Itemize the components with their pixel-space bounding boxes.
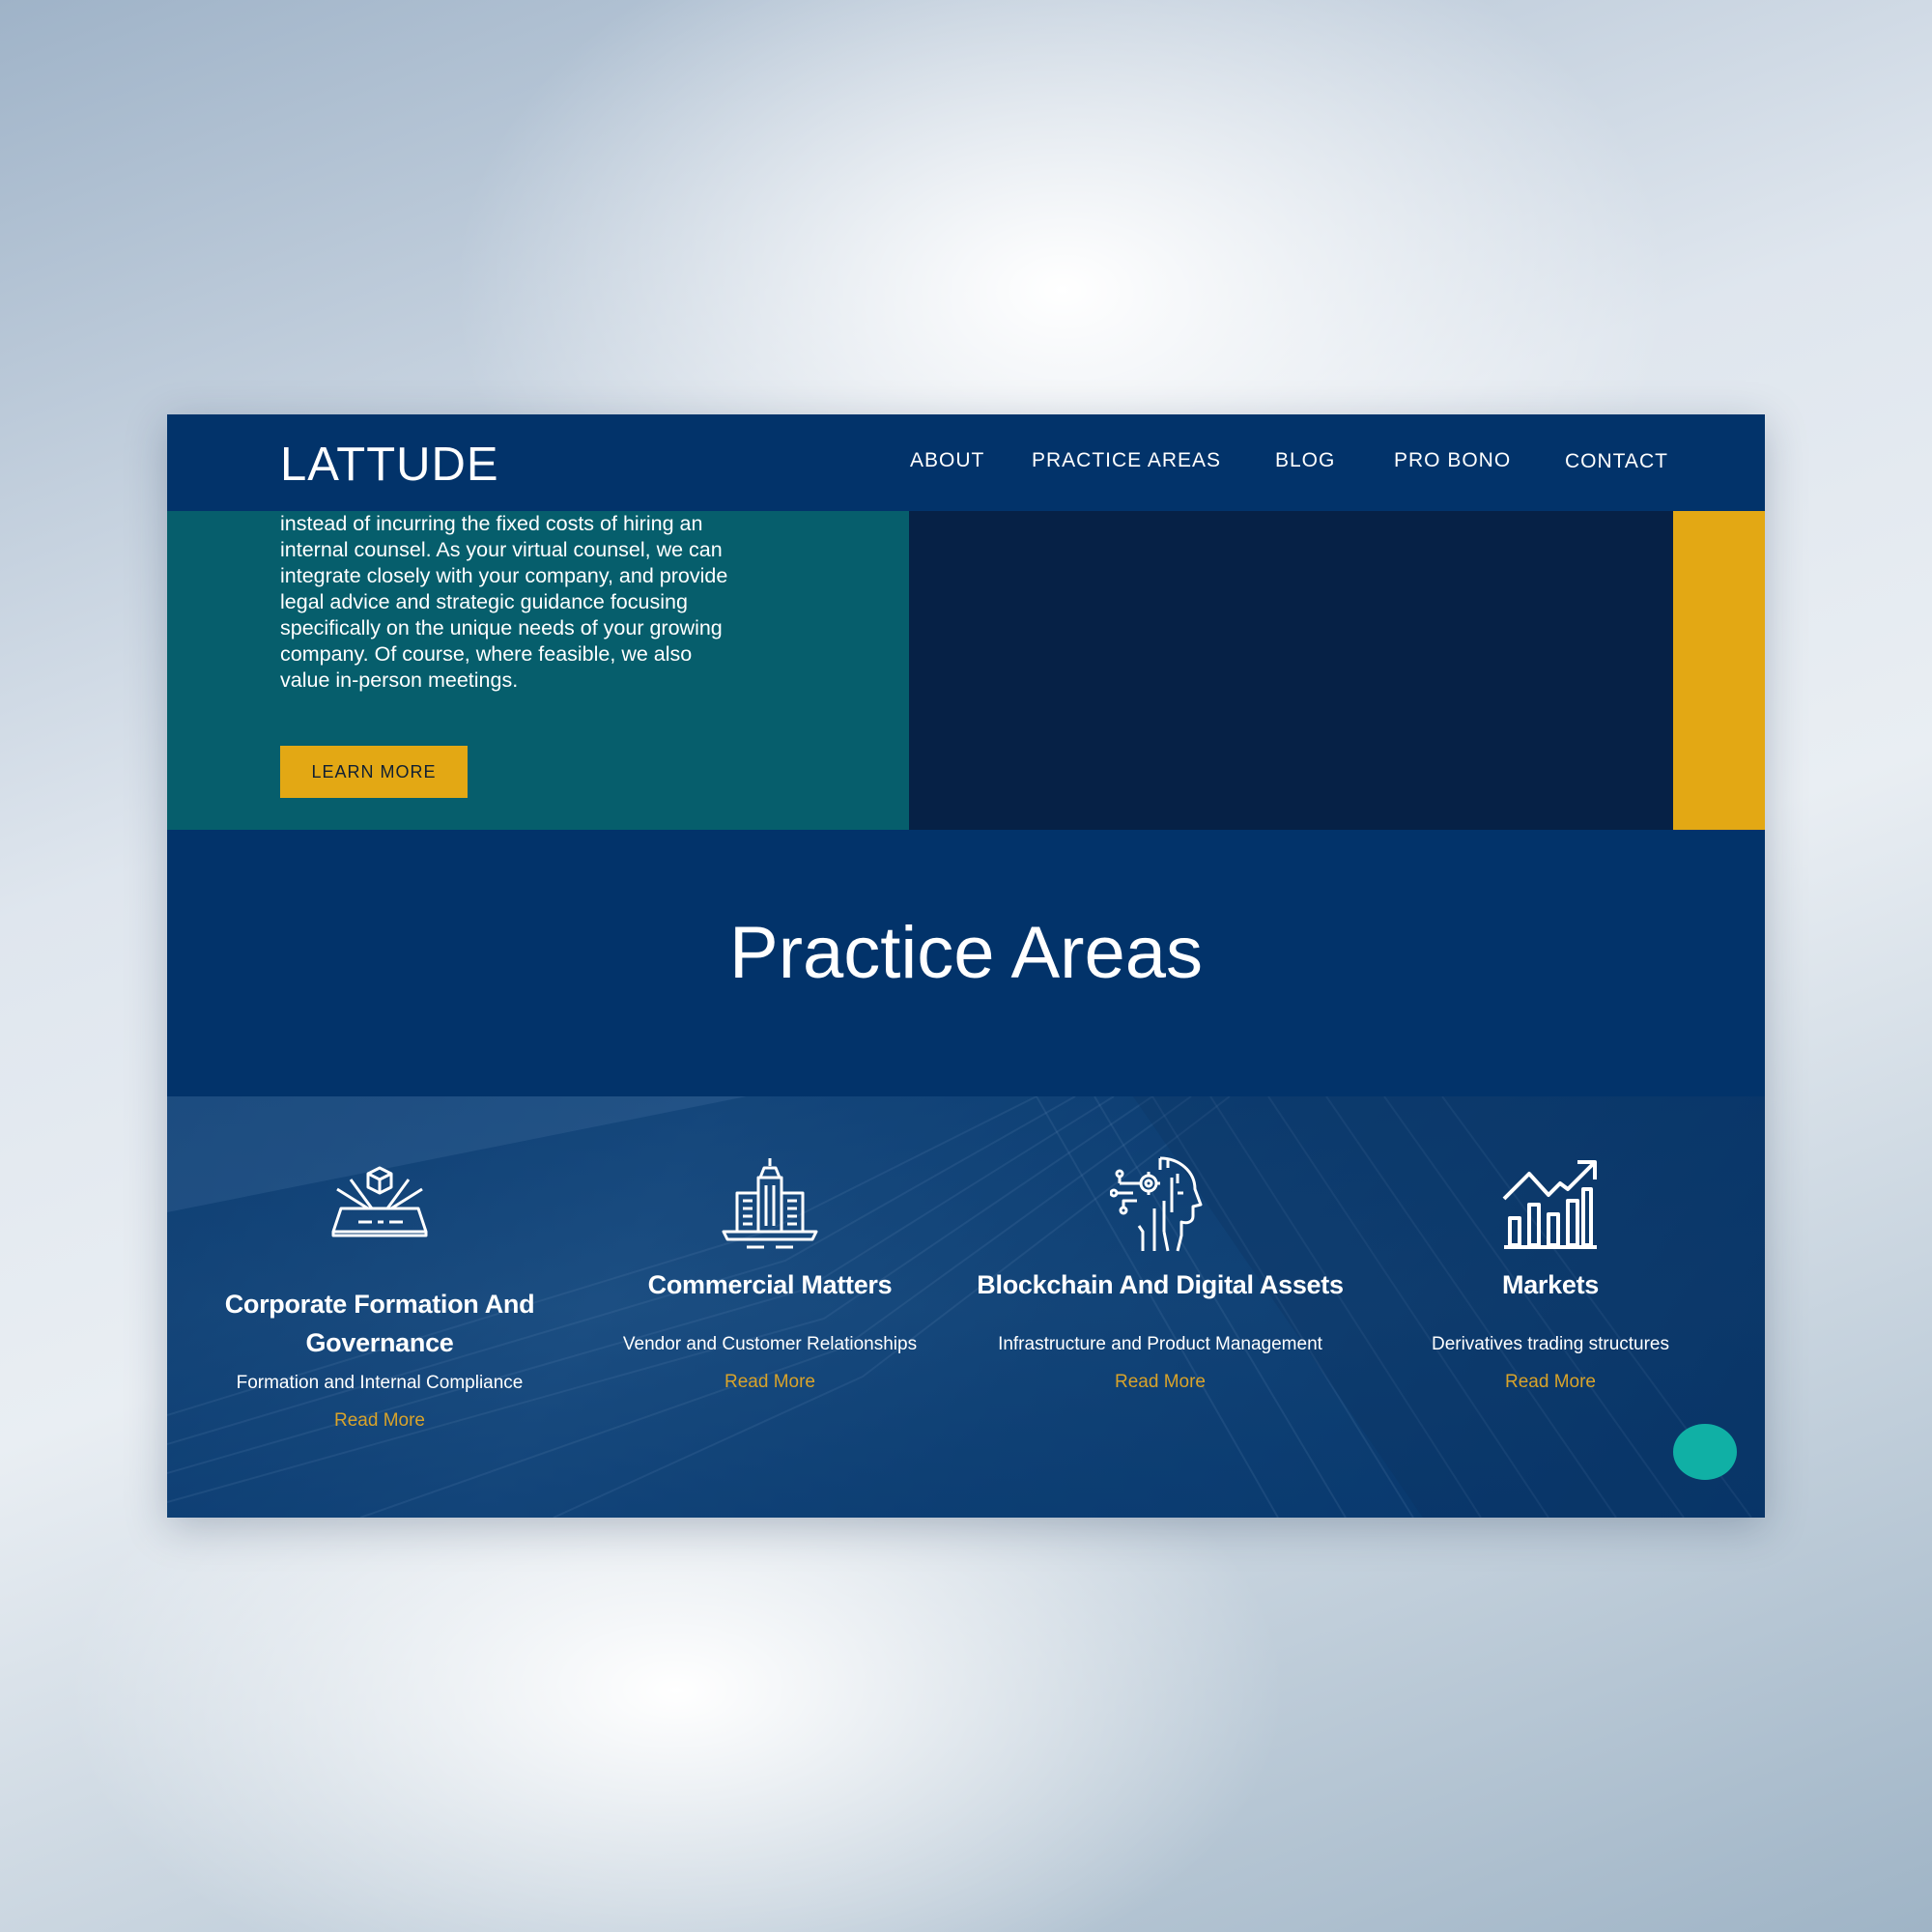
nav-about[interactable]: ABOUT — [910, 449, 984, 472]
nav-pro-bono[interactable]: PRO BONO — [1394, 449, 1511, 472]
hero-accent-bar — [1673, 511, 1765, 830]
hero-image-panel — [909, 511, 1673, 830]
nav-practice-areas[interactable]: PRACTICE AREAS — [1032, 449, 1221, 472]
website-frame: LATTUDE ABOUT PRACTICE AREAS BLOG PRO BO… — [167, 414, 1765, 1518]
practice-areas-heading: Practice Areas — [729, 912, 1203, 994]
card-subtitle: Vendor and Customer Relationships — [622, 1334, 918, 1354]
card-title: Commercial Matters — [647, 1270, 893, 1299]
hero-text-panel: instead of incurring the fixed costs of … — [167, 511, 909, 830]
card-subtitle: Formation and Internal Compliance — [236, 1373, 524, 1393]
nav-blog[interactable]: BLOG — [1275, 449, 1335, 472]
card-title: Corporate Formation And Governance — [224, 1290, 535, 1357]
hero-paragraph: instead of incurring the fixed costs of … — [280, 512, 728, 692]
growth-chart-icon — [1502, 1160, 1597, 1249]
ai-head-circuit-icon — [1110, 1156, 1203, 1252]
card-title: Markets — [1502, 1270, 1599, 1299]
learn-more-button[interactable]: LEARN MORE — [280, 746, 468, 798]
site-logo[interactable]: LATTUDE — [280, 441, 499, 489]
read-more-link[interactable]: Read More — [186, 1410, 573, 1432]
card-subtitle: Infrastructure and Product Management — [998, 1334, 1322, 1354]
chat-widget-button[interactable] — [1673, 1424, 1737, 1480]
practice-areas-band: Corporate Formation And Governance Forma… — [167, 1096, 1765, 1518]
nav-contact[interactable]: CONTACT — [1565, 450, 1668, 473]
read-more-link[interactable]: Read More — [577, 1372, 963, 1393]
card-title: Blockchain And Digital Assets — [977, 1270, 1344, 1299]
hologram-cube-icon — [331, 1166, 428, 1237]
card-subtitle: Derivatives trading structures — [1431, 1334, 1670, 1354]
site-header: LATTUDE ABOUT PRACTICE AREAS BLOG PRO BO… — [167, 414, 1765, 511]
read-more-link[interactable]: Read More — [1357, 1372, 1744, 1393]
read-more-link[interactable]: Read More — [967, 1372, 1353, 1393]
city-buildings-icon — [722, 1158, 818, 1249]
